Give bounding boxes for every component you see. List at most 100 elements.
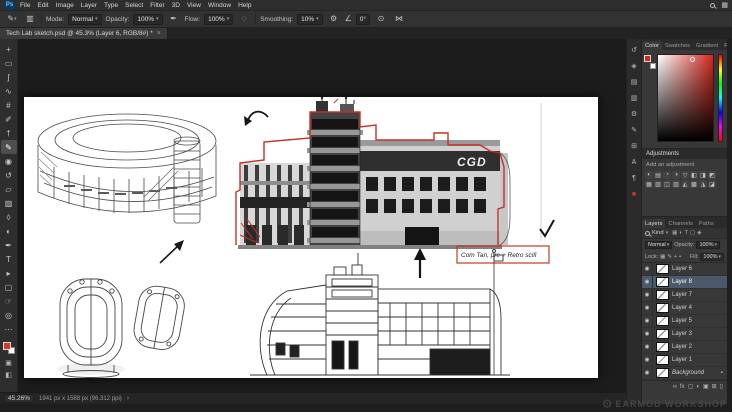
- adj-brightness-contrast-icon[interactable]: ◐: [645, 171, 653, 179]
- adj-channel-mixer-icon[interactable]: ▧: [654, 180, 662, 188]
- filter-smart-objects-icon[interactable]: ◈: [697, 230, 701, 236]
- layer-thumbnail[interactable]: [656, 303, 669, 313]
- Background[interactable]: ◉ Background ▪: [642, 366, 727, 380]
- dock-clone-source-icon[interactable]: ⊞: [627, 140, 641, 152]
- Layer 8[interactable]: ◉ Layer 8 ▪: [642, 275, 727, 289]
- dock-history-icon[interactable]: ↺: [627, 44, 641, 56]
- tab-channels[interactable]: Channels: [665, 219, 696, 228]
- menu-window[interactable]: Window: [208, 2, 231, 9]
- tab-swatches[interactable]: Swatches: [662, 41, 693, 50]
- menu-help[interactable]: Help: [238, 2, 251, 9]
- layer-thumbnail[interactable]: [656, 290, 669, 300]
- blend-mode-select[interactable]: Normal ▾: [68, 13, 102, 25]
- layer-visibility-eye-icon[interactable]: ◉: [642, 327, 653, 341]
- layer-thumbnail[interactable]: [656, 368, 669, 378]
- smoothing-options-button[interactable]: ⚙: [327, 13, 341, 26]
- flow-select[interactable]: 100% ▾: [204, 13, 234, 25]
- layer-visibility-eye-icon[interactable]: ◉: [642, 340, 653, 354]
- symmetry-button[interactable]: ⋈: [392, 13, 406, 26]
- pressure-opacity-button[interactable]: ✒: [167, 13, 181, 26]
- delete-layer-icon[interactable]: ▯: [720, 383, 723, 390]
- dock-histogram-icon[interactable]: ▤: [627, 76, 641, 88]
- screen-mode-icon[interactable]: ◧: [5, 371, 12, 379]
- layer-visibility-eye-icon[interactable]: ◉: [642, 301, 653, 315]
- layer-thumbnail[interactable]: [656, 264, 669, 274]
- saturation-brightness-field[interactable]: [657, 54, 714, 142]
- foreground-background-colors[interactable]: [2, 341, 16, 355]
- airbrush-button[interactable]: ◌: [237, 13, 251, 26]
- healing-brush-tool[interactable]: †: [1, 126, 17, 140]
- dock-paragraph-icon[interactable]: ¶: [627, 172, 641, 184]
- filter-type-layers-icon[interactable]: T: [685, 230, 688, 236]
- add-mask-icon[interactable]: ▢: [688, 383, 694, 390]
- lock-image-pixels-icon[interactable]: ✎: [667, 254, 672, 260]
- menu-view[interactable]: View: [187, 2, 201, 9]
- layer-visibility-eye-icon[interactable]: ◉: [642, 288, 653, 302]
- adj-exposure-icon[interactable]: ◑: [672, 171, 680, 179]
- crop-tool[interactable]: #: [1, 98, 17, 112]
- zoom-tool[interactable]: ◎: [1, 308, 17, 322]
- layer-visibility-eye-icon[interactable]: ◉: [642, 314, 653, 328]
- lock-all-icon[interactable]: ▪: [679, 254, 681, 260]
- layer-visibility-eye-icon[interactable]: ◉: [642, 353, 653, 367]
- Layer 4[interactable]: ◉ Layer 4 ▪: [642, 301, 727, 315]
- lock-transparent-pixels-icon[interactable]: ▦: [660, 254, 665, 260]
- shape-tool[interactable]: ▢: [1, 280, 17, 294]
- menu-type[interactable]: Type: [104, 2, 118, 9]
- layer-thumbnail[interactable]: [656, 342, 669, 352]
- dock-properties-icon[interactable]: ⚙: [627, 108, 641, 120]
- quick-selection-tool[interactable]: ∿: [1, 84, 17, 98]
- opacity-select[interactable]: 100% ▾: [133, 13, 163, 25]
- close-icon[interactable]: ×: [157, 30, 161, 37]
- layer-visibility-eye-icon[interactable]: ◉: [642, 263, 653, 276]
- layer-thumbnail[interactable]: [656, 277, 669, 287]
- path-selection-tool[interactable]: ▸: [1, 266, 17, 280]
- type-tool[interactable]: T: [1, 252, 17, 266]
- tab-color[interactable]: Color: [642, 41, 662, 50]
- adj-hue-saturation-icon[interactable]: ◧: [690, 171, 698, 179]
- adj-invert-icon[interactable]: ▨: [672, 180, 680, 188]
- history-brush-tool[interactable]: ↺: [1, 168, 17, 182]
- panel-fg-bg-colors[interactable]: [644, 55, 656, 69]
- new-adjustment-layer-icon[interactable]: ◐: [696, 384, 700, 390]
- adj-levels-icon[interactable]: ▤: [654, 171, 662, 179]
- adj-curves-icon[interactable]: ◔: [663, 171, 671, 179]
- layer-blend-mode-select[interactable]: Normal ▾: [645, 241, 673, 249]
- edit-toolbar[interactable]: ⋯: [1, 322, 17, 336]
- canvas-document[interactable]: CGD Com Tan, pre + Retro scifi: [24, 97, 598, 378]
- status-chevron-icon[interactable]: ›: [127, 395, 129, 402]
- pen-tool[interactable]: ✒: [1, 238, 17, 252]
- move-tool[interactable]: +: [1, 42, 17, 56]
- layer-style-icon[interactable]: fx: [680, 384, 685, 390]
- layer-fill-select[interactable]: 100% ▾: [700, 252, 724, 261]
- blur-tool[interactable]: ◊: [1, 210, 17, 224]
- brush-angle-input[interactable]: 0°: [355, 13, 371, 25]
- Layer 5[interactable]: ◉ Layer 5 ▪: [642, 314, 727, 328]
- marquee-tool[interactable]: ▭: [1, 56, 17, 70]
- layer-thumbnail[interactable]: [656, 355, 669, 365]
- adj-photo-filter-icon[interactable]: ▦: [645, 180, 653, 188]
- adj-color-lookup-icon[interactable]: ◫: [663, 180, 671, 188]
- filter-kind-select[interactable]: Kind: [652, 230, 664, 236]
- dock-color-swatch-icon[interactable]: ■: [627, 188, 641, 200]
- filter-shape-layers-icon[interactable]: ▢: [690, 230, 695, 236]
- clone-stamp-tool[interactable]: ◉: [1, 154, 17, 168]
- document-tab[interactable]: Tech Lab sketch.psd @ 45.3% (Layer 6, RG…: [0, 28, 168, 39]
- menu-filter[interactable]: Filter: [150, 2, 164, 9]
- Layer 7[interactable]: ◉ Layer 7 ▪: [642, 288, 727, 302]
- gradient-tool[interactable]: ▨: [1, 196, 17, 210]
- pressure-size-button[interactable]: ⊙: [374, 13, 388, 26]
- eyedropper-tool[interactable]: ✐: [1, 112, 17, 126]
- tab-gradient[interactable]: Gradient: [693, 41, 721, 50]
- panel-foreground-chip[interactable]: [644, 55, 651, 62]
- layer-opacity-select[interactable]: 100% ▾: [696, 241, 721, 249]
- menu-file[interactable]: File: [20, 2, 30, 9]
- adj-vibrance-icon[interactable]: ▽: [681, 171, 689, 179]
- layer-thumbnail[interactable]: [656, 316, 669, 326]
- menu-edit[interactable]: Edit: [37, 2, 48, 9]
- layer-visibility-eye-icon[interactable]: ◉: [642, 275, 653, 289]
- hue-slider[interactable]: [718, 54, 723, 142]
- lock-position-icon[interactable]: +: [674, 254, 677, 260]
- Layer 6[interactable]: ◉ Layer 6 ▪: [642, 263, 727, 276]
- hand-tool[interactable]: ☞: [1, 294, 17, 308]
